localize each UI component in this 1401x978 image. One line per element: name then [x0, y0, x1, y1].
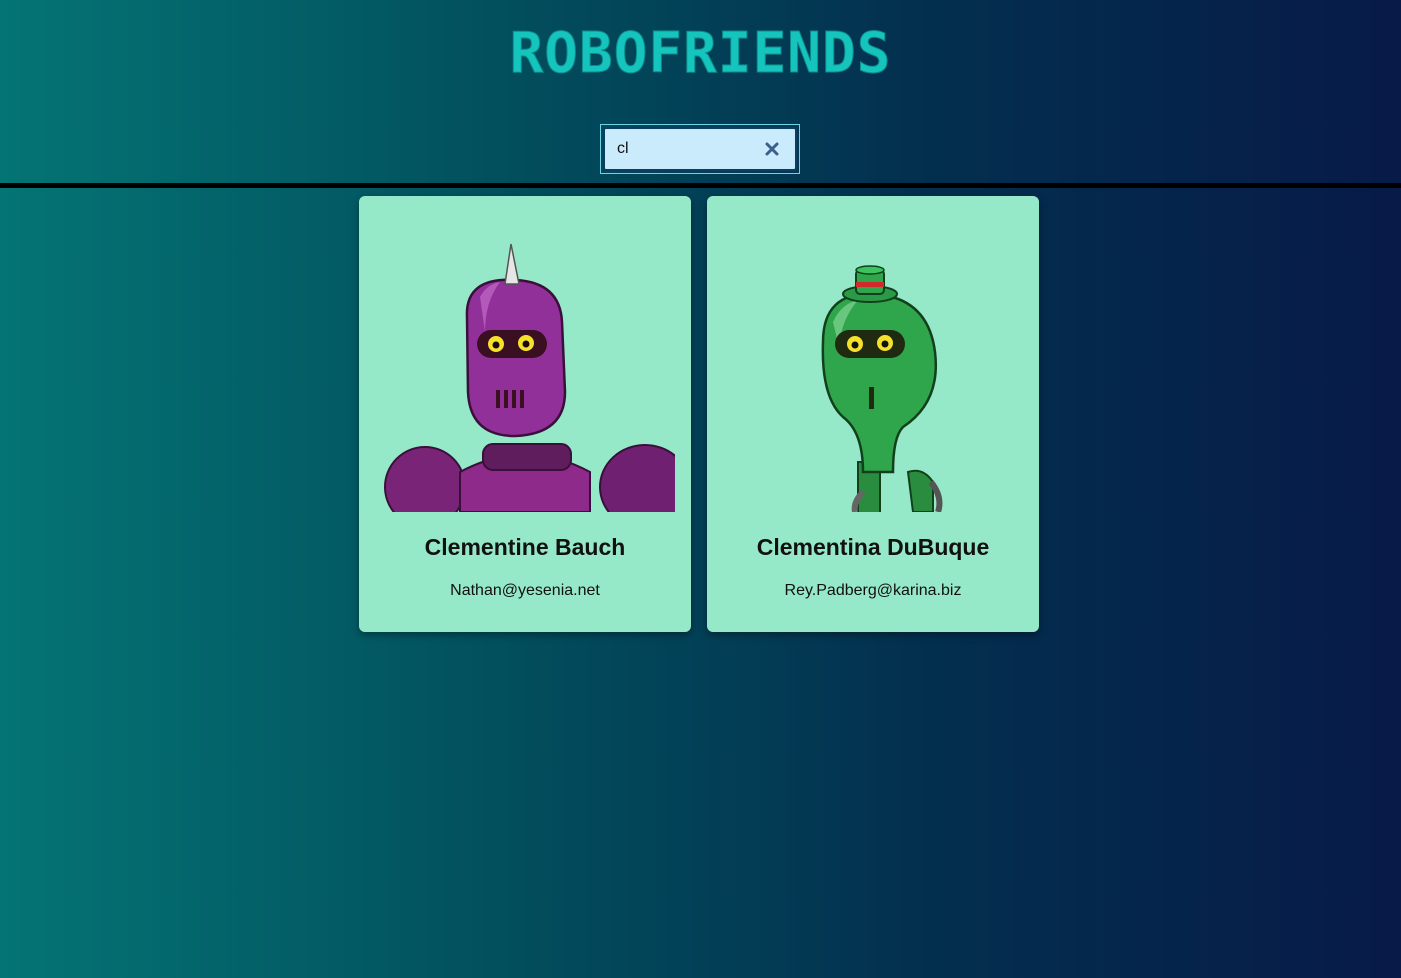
robot-avatar-purple — [384, 243, 675, 512]
app-logo: ROBOFRIENDS — [509, 21, 892, 86]
search-box — [600, 124, 800, 174]
header: ROBOFRIENDS — [0, 0, 1401, 184]
search-field-container[interactable] — [603, 127, 797, 171]
robot-card[interactable]: Clementina DuBuque Rey.Padberg@karina.bi… — [707, 196, 1039, 632]
close-icon[interactable] — [763, 140, 781, 158]
header-divider — [0, 183, 1401, 188]
robot-email: Nathan@yesenia.net — [450, 582, 600, 599]
search-input[interactable] — [617, 137, 757, 161]
robot-card[interactable]: Clementine Bauch Nathan@yesenia.net — [359, 196, 691, 632]
robot-name: Clementine Bauch — [424, 534, 626, 560]
robot-name: Clementina DuBuque — [756, 534, 990, 560]
robot-avatar-green — [821, 265, 943, 512]
robot-email: Rey.Padberg@karina.biz — [784, 582, 962, 599]
